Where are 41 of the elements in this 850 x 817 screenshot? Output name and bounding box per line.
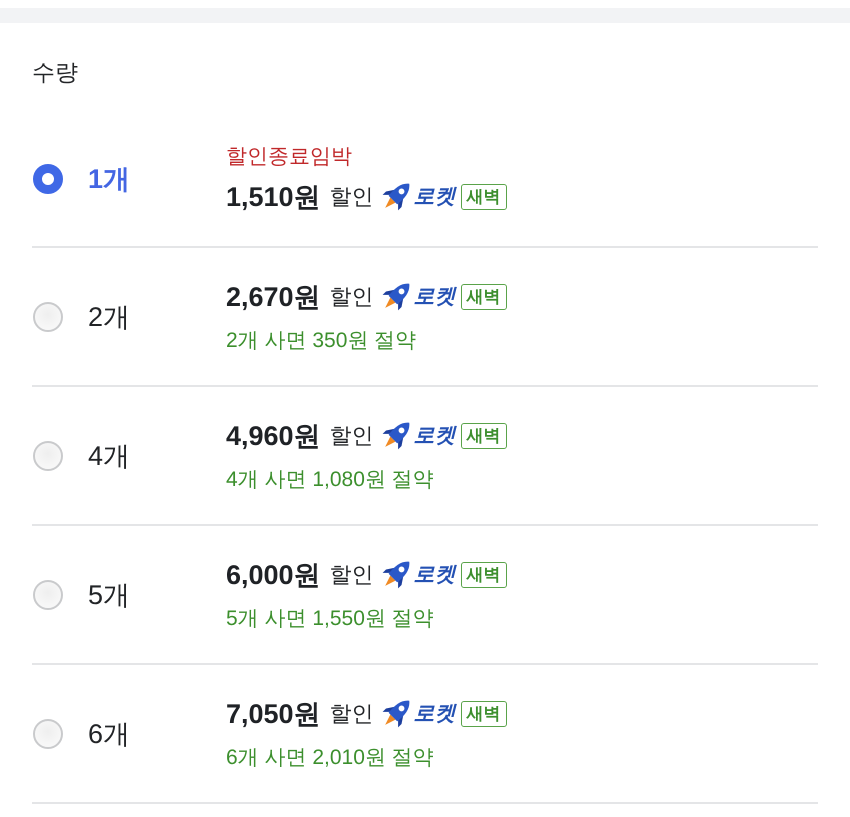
delivery-tag: 새벽 <box>460 562 507 588</box>
savings-text: 4개 사면 1,080원 절약 <box>226 466 434 492</box>
discount-label: 할인 <box>330 183 374 211</box>
delivery-label: 로켓 <box>414 562 456 588</box>
discount-price: 7,050원 <box>226 698 321 730</box>
delivery-label: 로켓 <box>414 284 456 310</box>
radio-button[interactable] <box>33 164 63 194</box>
discount-price: 2,670원 <box>226 280 321 314</box>
discount-label: 할인 <box>330 700 374 728</box>
rocket-icon <box>382 282 410 310</box>
delivery-tag: 새벽 <box>460 284 507 310</box>
delivery-label: 로켓 <box>414 422 456 448</box>
delivery-tag: 새벽 <box>460 700 507 726</box>
quantity-label[interactable]: 5개 <box>88 578 130 612</box>
discount-label: 할인 <box>330 560 374 588</box>
delivery-tag: 새벽 <box>460 184 507 210</box>
delivery-label: 로켓 <box>414 184 456 210</box>
discount-price: 1,510원 <box>226 181 321 214</box>
rocket-icon <box>382 700 410 728</box>
urgency-text: 할인종료임박 <box>226 144 352 170</box>
rocket-icon <box>382 422 410 450</box>
radio-button[interactable] <box>33 580 63 610</box>
savings-text: 2개 사면 350원 절약 <box>226 328 416 354</box>
quantity-label[interactable]: 2개 <box>88 300 130 334</box>
savings-text: 5개 사면 1,550원 절약 <box>226 606 434 632</box>
rocket-icon <box>382 560 410 588</box>
radio-button[interactable] <box>33 440 63 470</box>
quantity-label[interactable]: 4개 <box>88 438 130 472</box>
radio-button[interactable] <box>33 302 63 332</box>
discount-price: 6,000원 <box>226 558 321 592</box>
delivery-tag: 새벽 <box>460 422 507 448</box>
discount-label: 할인 <box>330 422 374 450</box>
delivery-label: 로켓 <box>414 700 456 726</box>
section-title: 수량 <box>32 58 78 87</box>
rocket-icon <box>382 183 410 211</box>
radio-button[interactable] <box>33 718 63 748</box>
discount-label: 할인 <box>330 282 374 310</box>
quantity-label[interactable]: 6개 <box>88 716 130 750</box>
discount-price: 4,960원 <box>226 420 321 452</box>
quantity-label[interactable]: 1개 <box>88 162 130 196</box>
savings-text: 6개 사면 2,010원 절약 <box>226 744 434 770</box>
